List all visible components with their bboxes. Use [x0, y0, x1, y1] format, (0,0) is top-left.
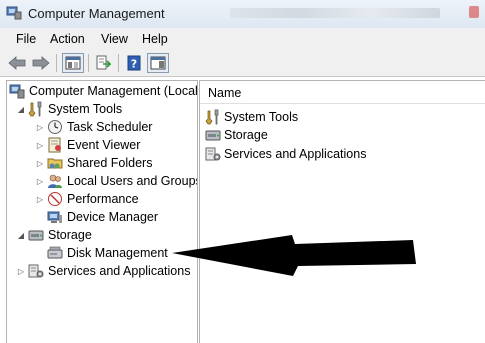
annotation-arrow — [172, 235, 416, 276]
